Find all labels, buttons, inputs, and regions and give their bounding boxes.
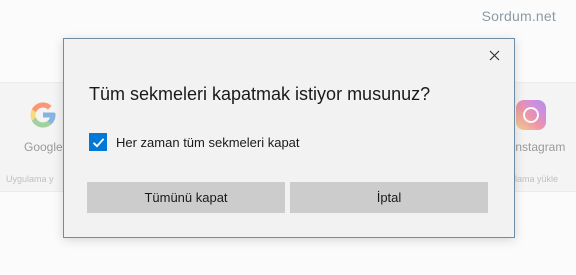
google-g-icon[interactable] [28,100,58,130]
checkmark-icon [92,137,104,147]
always-close-all-row[interactable]: Her zaman tüm sekmeleri kapat [89,133,300,151]
cancel-button[interactable]: İptal [290,182,488,213]
tile-label-google: Google [24,140,63,154]
always-close-all-checkbox[interactable] [89,133,107,151]
tile-label-instagram: Instagram [512,140,566,154]
dialog-title: Tüm sekmeleri kapatmak istiyor musunuz? [89,84,431,104]
watermark: Sordum.net [481,8,556,24]
tile-subtext-right: ulama yükle [510,174,559,184]
close-icon[interactable] [484,45,504,65]
checkbox-label: Her zaman tüm sekmeleri kapat [116,134,300,150]
tile-subtext-left: Uygulama y [6,174,54,184]
close-all-button[interactable]: Tümünü kapat [87,182,285,213]
close-all-tabs-dialog: Tüm sekmeleri kapatmak istiyor musunuz? … [63,38,515,238]
instagram-icon[interactable] [516,100,546,130]
